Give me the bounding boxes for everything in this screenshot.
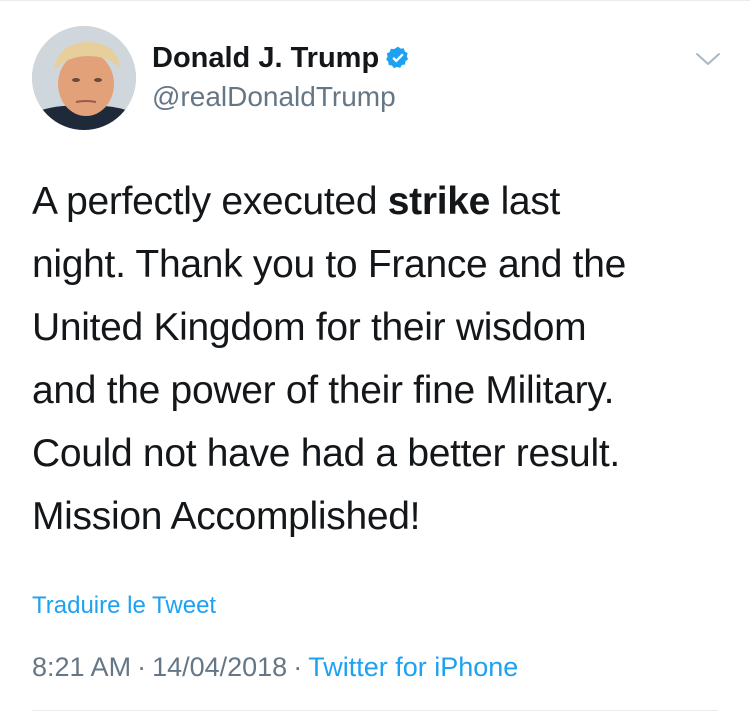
tweet-text-line-1: A perfectly executed strike last <box>32 170 732 233</box>
tweet-text-bold-word: strike <box>387 180 491 223</box>
tweet-text-line-3: United Kingdom for their wisdom <box>32 306 587 349</box>
tweet-time[interactable]: 8:21 AM <box>32 652 131 682</box>
avatar-image <box>32 26 136 130</box>
verified-badge-icon <box>385 45 411 71</box>
translate-tweet-link[interactable]: Traduire le Tweet <box>32 590 216 622</box>
top-divider <box>0 0 750 1</box>
tweet-text-line-5: Could not have had a better result. <box>32 432 620 475</box>
tweet-menu-button[interactable] <box>692 46 724 72</box>
bottom-divider <box>32 710 718 711</box>
meta-separator: · <box>137 652 147 682</box>
tweet-text: A perfectly executed strike last night. … <box>32 170 732 548</box>
tweet-meta: 8:21 AM · 14/04/2018 · Twitter for iPhone <box>32 650 518 684</box>
tweet-text-line-6: Mission Accomplished! <box>32 495 421 538</box>
tweet-date[interactable]: 14/04/2018 <box>152 652 287 682</box>
avatar[interactable] <box>32 26 136 130</box>
author-display-name-row[interactable]: Donald J. Trump <box>152 40 411 76</box>
tweet-text-line-1-post: last <box>490 180 561 223</box>
tweet-text-line-1-pre: A perfectly executed <box>32 180 388 223</box>
meta-separator: · <box>293 652 303 682</box>
author-handle[interactable]: @realDonaldTrump <box>152 80 396 114</box>
chevron-down-icon <box>696 53 720 65</box>
tweet-text-line-2: night. Thank you to France and the <box>32 243 626 286</box>
tweet-text-line-4: and the power of their fine Military. <box>32 369 615 412</box>
tweet-source-link[interactable]: Twitter for iPhone <box>308 652 518 682</box>
author-display-name[interactable]: Donald J. Trump <box>152 40 379 76</box>
